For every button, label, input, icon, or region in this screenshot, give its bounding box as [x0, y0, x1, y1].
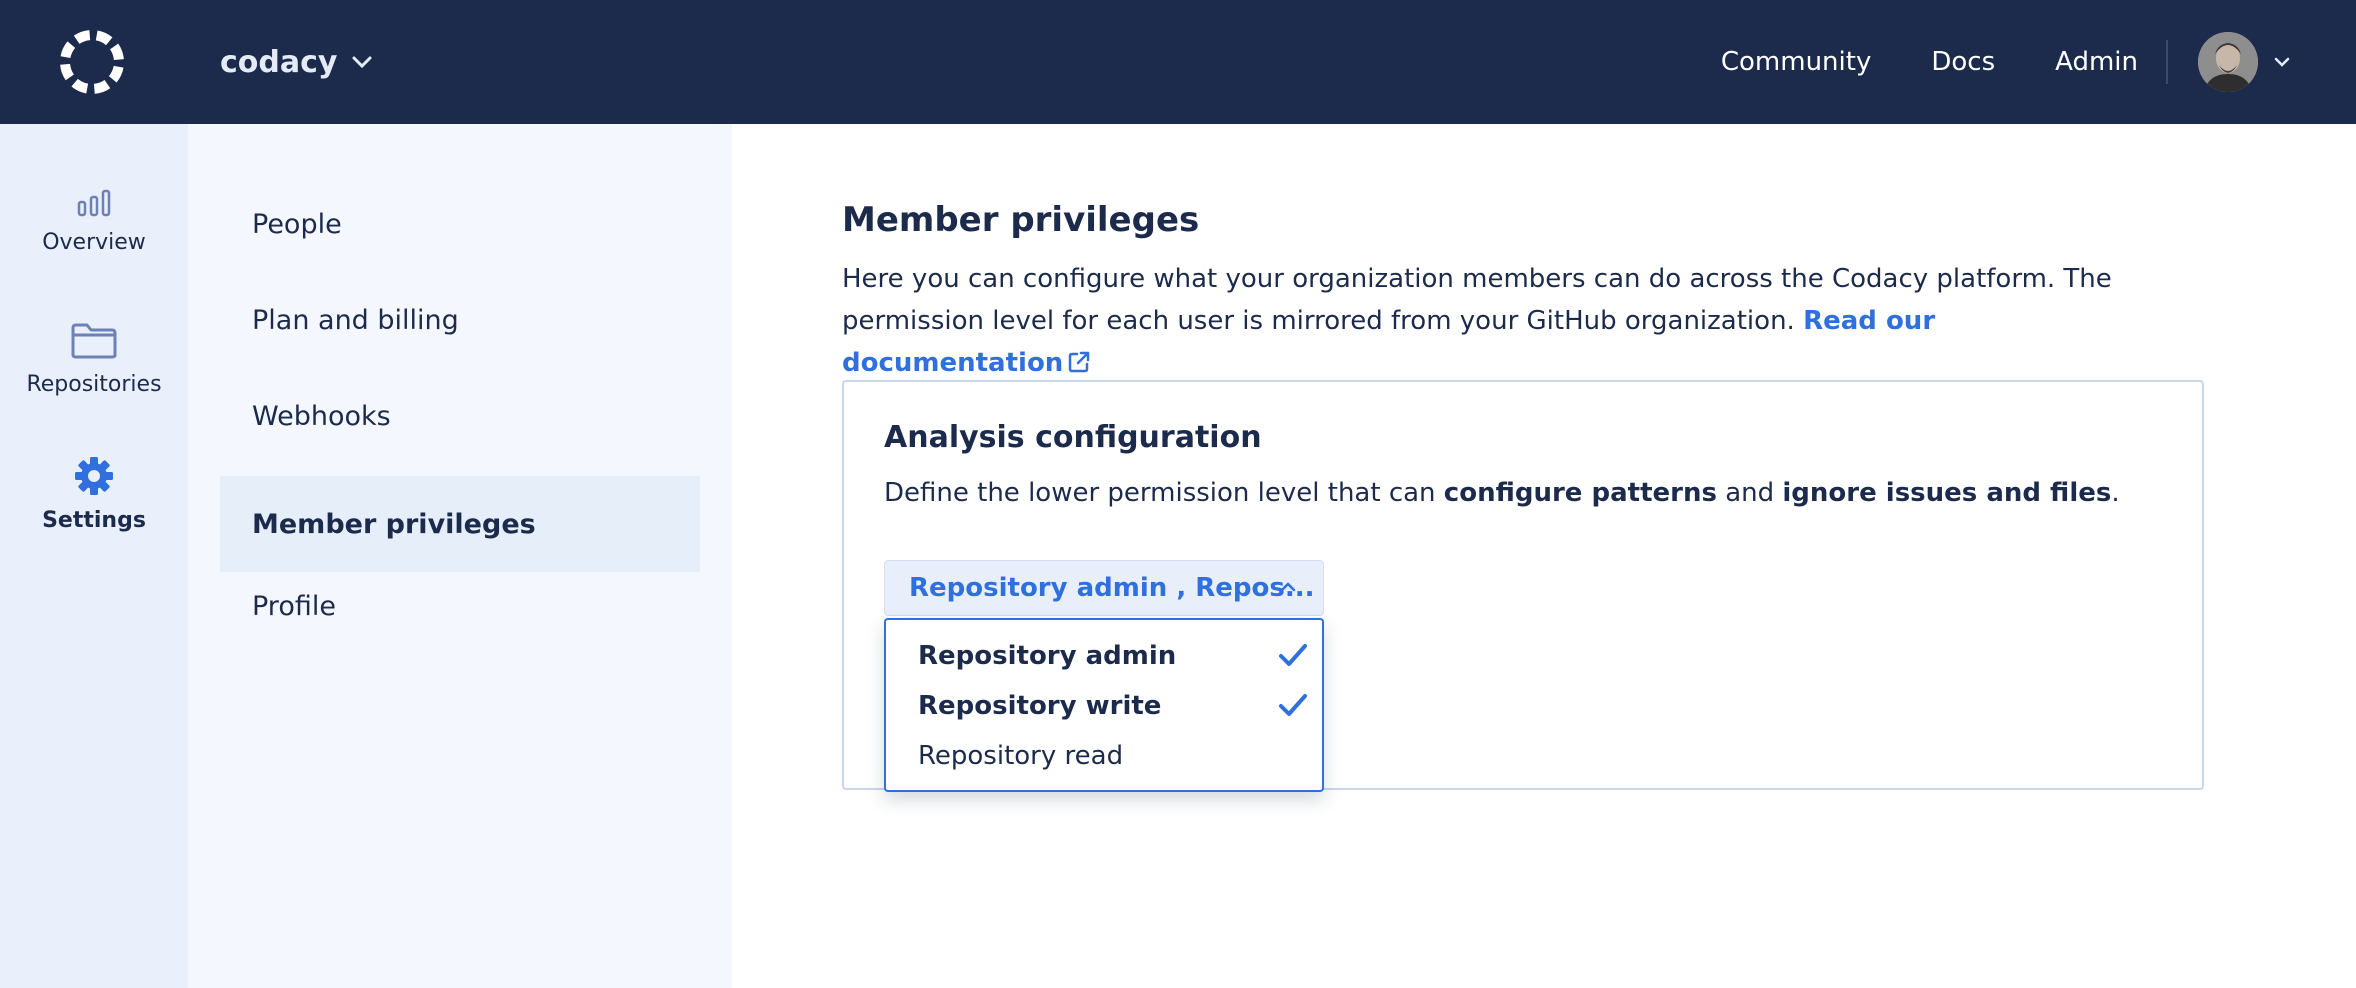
codacy-logo-icon[interactable]	[56, 26, 128, 98]
analysis-configuration-card: Analysis configuration Define the lower …	[842, 380, 2204, 792]
top-bar: codacy Community Docs Admin	[0, 0, 2356, 124]
permission-level-dropdown: Repository admin Repository write Reposi…	[884, 618, 1324, 792]
sidebar-item-label: Settings	[42, 508, 146, 533]
avatar[interactable]	[2198, 32, 2258, 92]
settings-menu-item-profile[interactable]: Profile	[220, 558, 700, 654]
external-link-icon	[1063, 348, 1091, 378]
sidebar-item-settings[interactable]: Settings	[0, 456, 188, 533]
chevron-down-icon	[351, 55, 373, 69]
sidebar-item-repositories[interactable]: Repositories	[0, 322, 188, 397]
nav-divider	[2166, 40, 2168, 84]
nav-docs-link[interactable]: Docs	[1931, 47, 1995, 77]
page-title: Member privileges	[842, 200, 1200, 240]
settings-menu-item-plan-and-billing[interactable]: Plan and billing	[220, 272, 700, 368]
permission-level-select[interactable]: Repository admin , Repos...	[884, 560, 1324, 616]
check-icon	[1278, 642, 1308, 668]
main-content: Member privileges Here you can configure…	[732, 124, 2356, 988]
page-description: Here you can configure what your organiz…	[842, 258, 2142, 384]
sidebar-item-label: Repositories	[26, 372, 162, 397]
user-menu-chevron-icon[interactable]	[2274, 57, 2290, 67]
permission-level-value: Repository admin , Repos...	[909, 573, 1315, 603]
option-repository-admin[interactable]: Repository admin	[918, 634, 1308, 678]
chevron-up-icon	[1279, 581, 1297, 593]
primary-sidebar: Overview Repositories Settings	[0, 124, 188, 988]
folder-icon	[70, 322, 118, 364]
sidebar-item-overview[interactable]: Overview	[0, 188, 188, 255]
option-repository-write[interactable]: Repository write	[918, 684, 1308, 728]
settings-menu-item-webhooks[interactable]: Webhooks	[220, 368, 700, 464]
nav-admin-link[interactable]: Admin	[2055, 47, 2138, 77]
check-icon	[1278, 692, 1308, 718]
nav-community-link[interactable]: Community	[1721, 47, 1871, 77]
settings-menu: People Plan and billing Webhooks Member …	[188, 124, 732, 988]
card-description: Define the lower permission level that c…	[884, 478, 2120, 508]
top-nav: Community Docs Admin	[1721, 0, 2356, 124]
org-name: codacy	[220, 44, 338, 80]
card-title: Analysis configuration	[884, 420, 1262, 455]
sidebar-item-label: Overview	[42, 230, 146, 255]
settings-menu-item-people[interactable]: People	[220, 176, 700, 272]
bar-chart-icon	[76, 188, 112, 222]
gear-icon	[74, 456, 114, 500]
org-switcher[interactable]: codacy	[220, 40, 373, 84]
option-repository-read[interactable]: Repository read	[918, 734, 1308, 778]
